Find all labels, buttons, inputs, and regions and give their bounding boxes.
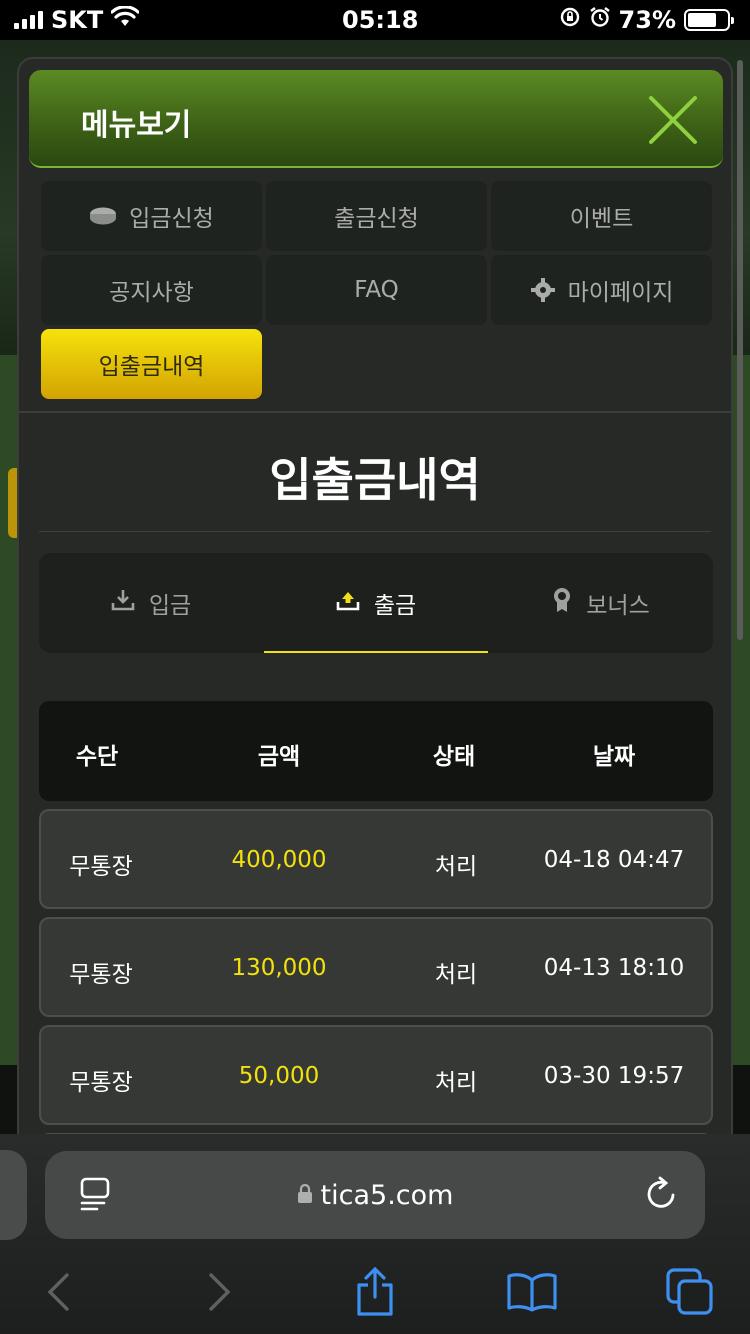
menu-notice-button[interactable]: 공지사항 — [41, 255, 262, 325]
cell-amount: 400,000 — [231, 847, 327, 873]
cell-method: 무통장 — [69, 854, 133, 880]
cell-amount: 50,000 — [238, 1063, 320, 1089]
menu-withdraw-request-button[interactable]: 출금신청 — [266, 181, 487, 251]
menu-deposit-request-button[interactable]: 입금신청 — [41, 181, 262, 251]
forward-button[interactable] — [190, 1262, 250, 1322]
table-row: 무통장 130,000 처리 04-13 18:10 — [39, 917, 713, 1017]
menu-item-label: 마이페이지 — [567, 280, 674, 306]
book-icon — [507, 1273, 557, 1312]
cell-amount: 130,000 — [231, 955, 327, 981]
bookmarks-button[interactable] — [502, 1262, 562, 1322]
column-header-date: 날짜 — [592, 744, 636, 770]
share-icon — [357, 1267, 393, 1316]
menu-panel: 메뉴보기 입금신청 출금신청 이벤트 공지사항 FAQ 마이페이지 입출금내역 … — [17, 57, 733, 1157]
menu-item-label: 공지사항 — [109, 280, 194, 306]
cell-date: 04-18 04:47 — [543, 847, 685, 873]
reader-icon[interactable] — [79, 1177, 111, 1215]
menu-faq-button[interactable]: FAQ — [266, 255, 487, 325]
cell-status: 처리 — [434, 1070, 478, 1096]
upload-icon — [336, 589, 360, 617]
tab-withdraw[interactable]: 출금 — [264, 553, 488, 653]
reload-icon[interactable] — [645, 1175, 679, 1215]
tab-bonus[interactable]: 보너스 — [489, 553, 713, 653]
previous-tab-preview[interactable] — [0, 1150, 27, 1240]
tab-label: 보너스 — [586, 593, 650, 619]
divider — [39, 531, 711, 532]
menu-header: 메뉴보기 — [29, 70, 723, 168]
close-icon — [649, 96, 697, 144]
wifi-icon — [110, 5, 140, 34]
menu-event-button[interactable]: 이벤트 — [491, 181, 712, 251]
carrier-label: SKT — [51, 6, 104, 34]
award-icon — [552, 587, 572, 619]
tabs-button[interactable] — [660, 1262, 720, 1322]
download-icon — [111, 589, 135, 617]
cell-method: 무통장 — [69, 1070, 133, 1096]
tab-label: 출금 — [373, 593, 417, 619]
menu-mypage-button[interactable]: 마이페이지 — [491, 255, 712, 325]
cell-date: 04-13 18:10 — [543, 955, 685, 981]
coin-icon — [89, 206, 117, 226]
menu-item-label: 이벤트 — [569, 206, 634, 232]
menu-transaction-history-button[interactable]: 입출금내역 — [41, 329, 262, 399]
clock: 05:18 — [342, 6, 419, 34]
table-row: 무통장 50,000 처리 03-30 19:57 — [39, 1025, 713, 1125]
signal-icon — [14, 11, 43, 29]
back-button[interactable] — [28, 1262, 88, 1322]
menu-item-label: 출금신청 — [334, 206, 419, 232]
screen: SKT 05:18 73% 메뉴보기 입금신청 출금신청 이벤트 공지사항 FA… — [0, 0, 750, 1334]
column-header-status: 상태 — [432, 744, 476, 770]
battery-icon — [684, 9, 734, 31]
status-bar: SKT 05:18 73% — [0, 0, 750, 40]
history-tabs: 입금 출금 보너스 — [39, 553, 713, 653]
table-row: 무통장 400,000 처리 04-18 04:47 — [39, 809, 713, 909]
address-bar[interactable]: tica5.com — [45, 1151, 705, 1239]
alarm-icon — [589, 6, 611, 34]
column-header-method: 수단 — [75, 744, 119, 770]
tab-label: 입금 — [148, 593, 192, 619]
lock-icon — [297, 1183, 313, 1207]
cell-status: 처리 — [434, 962, 478, 988]
divider — [19, 411, 731, 413]
chevron-right-icon — [209, 1273, 231, 1311]
column-header-amount: 금액 — [257, 744, 301, 770]
tabs-icon — [666, 1268, 713, 1315]
battery-percent: 73% — [618, 6, 676, 34]
cell-date: 03-30 19:57 — [543, 1063, 685, 1089]
share-button[interactable] — [345, 1262, 405, 1322]
scrollbar[interactable] — [737, 60, 743, 640]
table-header: 수단 금액 상태 날짜 — [39, 701, 713, 801]
chevron-left-icon — [47, 1273, 69, 1311]
page-title: 입출금내역 — [269, 453, 481, 507]
tab-deposit[interactable]: 입금 — [39, 553, 263, 653]
gear-icon — [530, 277, 556, 303]
rotation-lock-icon — [559, 6, 581, 34]
menu-item-label: FAQ — [354, 277, 399, 303]
browser-nav-bar — [0, 1262, 750, 1322]
menu-item-label: 입출금내역 — [98, 354, 205, 380]
menu-item-label: 입금신청 — [129, 206, 214, 232]
cell-method: 무통장 — [69, 962, 133, 988]
close-button[interactable] — [645, 92, 701, 148]
url-text: tica5.com — [320, 1179, 454, 1211]
menu-title: 메뉴보기 — [81, 108, 192, 143]
cell-status: 처리 — [434, 854, 478, 880]
